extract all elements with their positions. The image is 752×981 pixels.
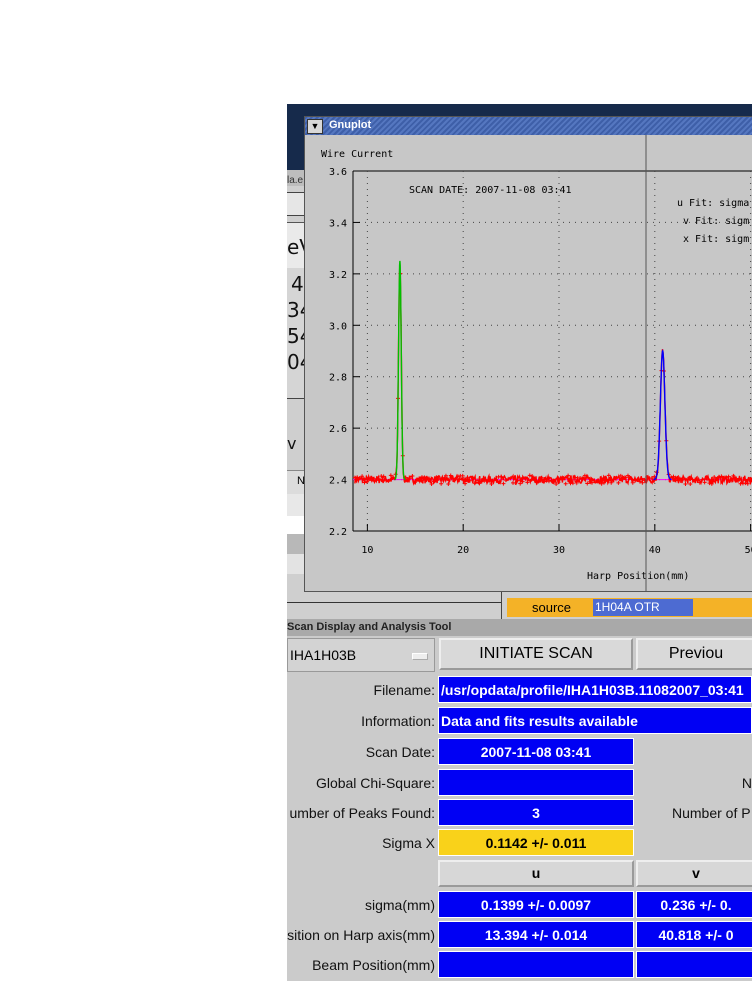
x-tick-label: 30 — [553, 545, 565, 556]
data-point — [446, 481, 451, 486]
y-tick-label: 2.6 — [329, 424, 347, 435]
data-point — [563, 481, 568, 486]
tool-title: Scan Display and Analysis Tool — [287, 621, 452, 633]
data-point — [439, 481, 444, 486]
column-header-v[interactable]: v — [636, 860, 752, 887]
information-label: Information: — [361, 713, 435, 729]
dropdown-icon[interactable] — [412, 653, 428, 660]
legend-entry-x: x Fit: sigm — [683, 234, 749, 245]
chi-square-field — [438, 769, 634, 796]
gnuplot-window: ▼ Gnuplot Wire Current SCAN DATE: 2007-1… — [304, 116, 752, 592]
window-menu-icon[interactable]: ▼ — [307, 119, 323, 134]
peaks-found-field: 3 — [438, 799, 634, 826]
plot-marks — [352, 260, 752, 487]
sigma-v-field: 0.236 +/- 0. — [636, 891, 752, 918]
legend-entry-u: u Fit: sigma — [677, 198, 749, 209]
x-tick-label: 20 — [457, 545, 469, 556]
source-label: source — [532, 600, 572, 615]
source-value: 1H04A OTR — [593, 599, 693, 616]
column-header-u[interactable]: u — [438, 860, 634, 887]
data-point — [410, 474, 415, 479]
bg-row — [287, 494, 304, 516]
bg-unit: v — [287, 428, 304, 468]
peaks-found-label: umber of Peaks Found: — [289, 805, 435, 821]
bg-fragment: la.e — [287, 175, 304, 186]
data-series — [354, 263, 752, 486]
harp-select-value: IHA1H03B — [290, 647, 357, 663]
right-peaks-label: Number of P — [672, 805, 751, 821]
filename-field: /usr/opdata/profile/IHA1H03B.11082007_03… — [438, 676, 752, 703]
filename-label: Filename: — [373, 682, 435, 698]
plot-xlabel: Harp Position(mm) — [587, 571, 689, 582]
y-tick-label: 3.0 — [329, 321, 347, 332]
plot-ylabel: Wire Current — [321, 149, 393, 160]
data-point — [616, 480, 621, 485]
bg-fragment: 4 — [291, 272, 304, 296]
gnuplot-titlebar[interactable]: ▼ Gnuplot — [305, 117, 752, 135]
bg-source-panel: source 1H04A OTR — [501, 590, 752, 620]
sigma-x-label: Sigma X — [382, 835, 435, 851]
scan-date-field: 2007-11-08 03:41 — [438, 738, 634, 765]
y-tick-label: 2.8 — [329, 373, 347, 384]
x-tick-label: 10 — [361, 545, 373, 556]
bg-row — [287, 534, 304, 554]
gnuplot-window-title: Gnuplot — [329, 119, 372, 131]
sigma-mm-label: sigma(mm) — [365, 897, 435, 913]
data-point — [501, 481, 506, 486]
data-point — [702, 480, 707, 485]
y-tick-label: 3.2 — [329, 270, 347, 281]
sigma-u-field: 0.1399 +/- 0.0097 — [438, 891, 634, 918]
y-tick-label: 3.4 — [329, 218, 347, 229]
y-tick-label: 2.2 — [329, 527, 347, 538]
x-tick-label: 40 — [649, 545, 661, 556]
harp-select[interactable]: IHA1H03B — [287, 638, 435, 672]
sigma-x-field: 0.1142 +/- 0.011 — [438, 829, 634, 856]
analysis-tool: IHA1H03B INITIATE SCAN Previou Filename:… — [287, 636, 752, 981]
chi-square-label: Global Chi-Square: — [315, 775, 435, 791]
position-label: sition on Harp axis(mm) — [287, 927, 435, 943]
scan-date-label: Scan Date: — [365, 744, 435, 760]
bg-row — [287, 554, 304, 574]
beam-u-field — [438, 951, 634, 978]
tool-titlebar[interactable]: Scan Display and Analysis Tool — [287, 619, 752, 636]
beam-position-label: Beam Position(mm) — [312, 957, 435, 973]
bg-toolbar — [287, 192, 304, 216]
right-chi-label: N — [741, 775, 752, 791]
source-row: source 1H04A OTR — [507, 598, 752, 617]
legend-entry-v: v Fit: sigm — [683, 216, 749, 227]
plot-scan-date: SCAN DATE: 2007-11-08 03:41 — [409, 185, 572, 196]
gnuplot-plot: Wire Current SCAN DATE: 2007-11-08 03:41… — [321, 135, 752, 591]
information-field: Data and fits results available — [438, 707, 752, 734]
beam-v-field — [636, 951, 752, 978]
bg-row — [287, 516, 304, 534]
x-tick-label: 50 — [745, 545, 752, 556]
bg-field: eV — [287, 222, 313, 270]
initiate-scan-button[interactable]: INITIATE SCAN — [439, 638, 633, 670]
data-point — [527, 473, 532, 478]
y-tick-label: 2.4 — [329, 476, 347, 487]
fit-curve-u — [394, 260, 406, 481]
data-point — [683, 481, 688, 486]
position-u-field: 13.394 +/- 0.014 — [438, 921, 634, 948]
position-v-field: 40.818 +/- 0 — [636, 921, 752, 948]
bg-fragment: v — [287, 434, 297, 453]
y-tick-label: 3.6 — [329, 167, 347, 178]
bg-divider — [287, 602, 501, 603]
data-point — [688, 482, 693, 487]
bg-values: 4 34 54 04 — [287, 268, 312, 399]
data-point — [726, 474, 731, 479]
data-point — [460, 473, 465, 478]
previous-button[interactable]: Previou — [636, 638, 752, 670]
bg-header: N — [287, 470, 305, 495]
